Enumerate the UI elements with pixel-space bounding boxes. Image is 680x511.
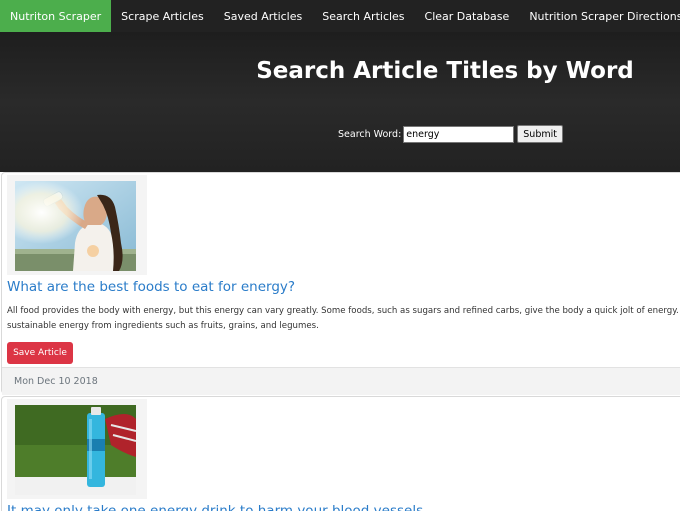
page-title: Search Article Titles by Word	[256, 58, 634, 84]
search-hero: Search Article Titles by Word Search Wor…	[0, 32, 680, 172]
woman-drinking-water-photo	[15, 181, 136, 271]
article-footer: Mon Dec 10 2018	[2, 367, 680, 395]
nav-saved-articles[interactable]: Saved Articles	[214, 0, 313, 32]
article-summary: All food provides the body with energy, …	[7, 304, 680, 334]
nav-brand[interactable]: Nutriton Scraper	[0, 0, 112, 32]
article-image-frame	[7, 175, 147, 275]
top-navbar: Nutriton Scraper Scrape Articles Saved A…	[0, 0, 680, 32]
article-date: Mon Dec 10 2018	[14, 376, 98, 387]
nav-directions[interactable]: Nutrition Scraper Directions	[519, 0, 680, 32]
search-form: Search Word: Submit	[338, 125, 563, 143]
article-image-frame	[7, 399, 147, 499]
article-summary-line: All food provides the body with energy, …	[7, 306, 680, 316]
article-card: It may only take one energy drink to har…	[1, 396, 680, 511]
article-title-link[interactable]: It may only take one energy drink to har…	[7, 503, 423, 511]
search-input[interactable]	[403, 125, 515, 143]
save-article-button[interactable]: Save Article	[7, 342, 73, 364]
submit-button[interactable]: Submit	[517, 125, 563, 143]
article-card: What are the best foods to eat for energ…	[1, 172, 680, 395]
search-label: Search Word:	[338, 128, 402, 140]
energy-drink-bottle-photo	[15, 405, 136, 495]
nav-search-articles[interactable]: Search Articles	[312, 0, 414, 32]
article-summary-line: sustainable energy from ingredients such…	[7, 321, 319, 331]
article-title-link[interactable]: What are the best foods to eat for energ…	[7, 279, 295, 295]
nav-scrape-articles[interactable]: Scrape Articles	[111, 0, 214, 32]
nav-clear-database[interactable]: Clear Database	[415, 0, 520, 32]
